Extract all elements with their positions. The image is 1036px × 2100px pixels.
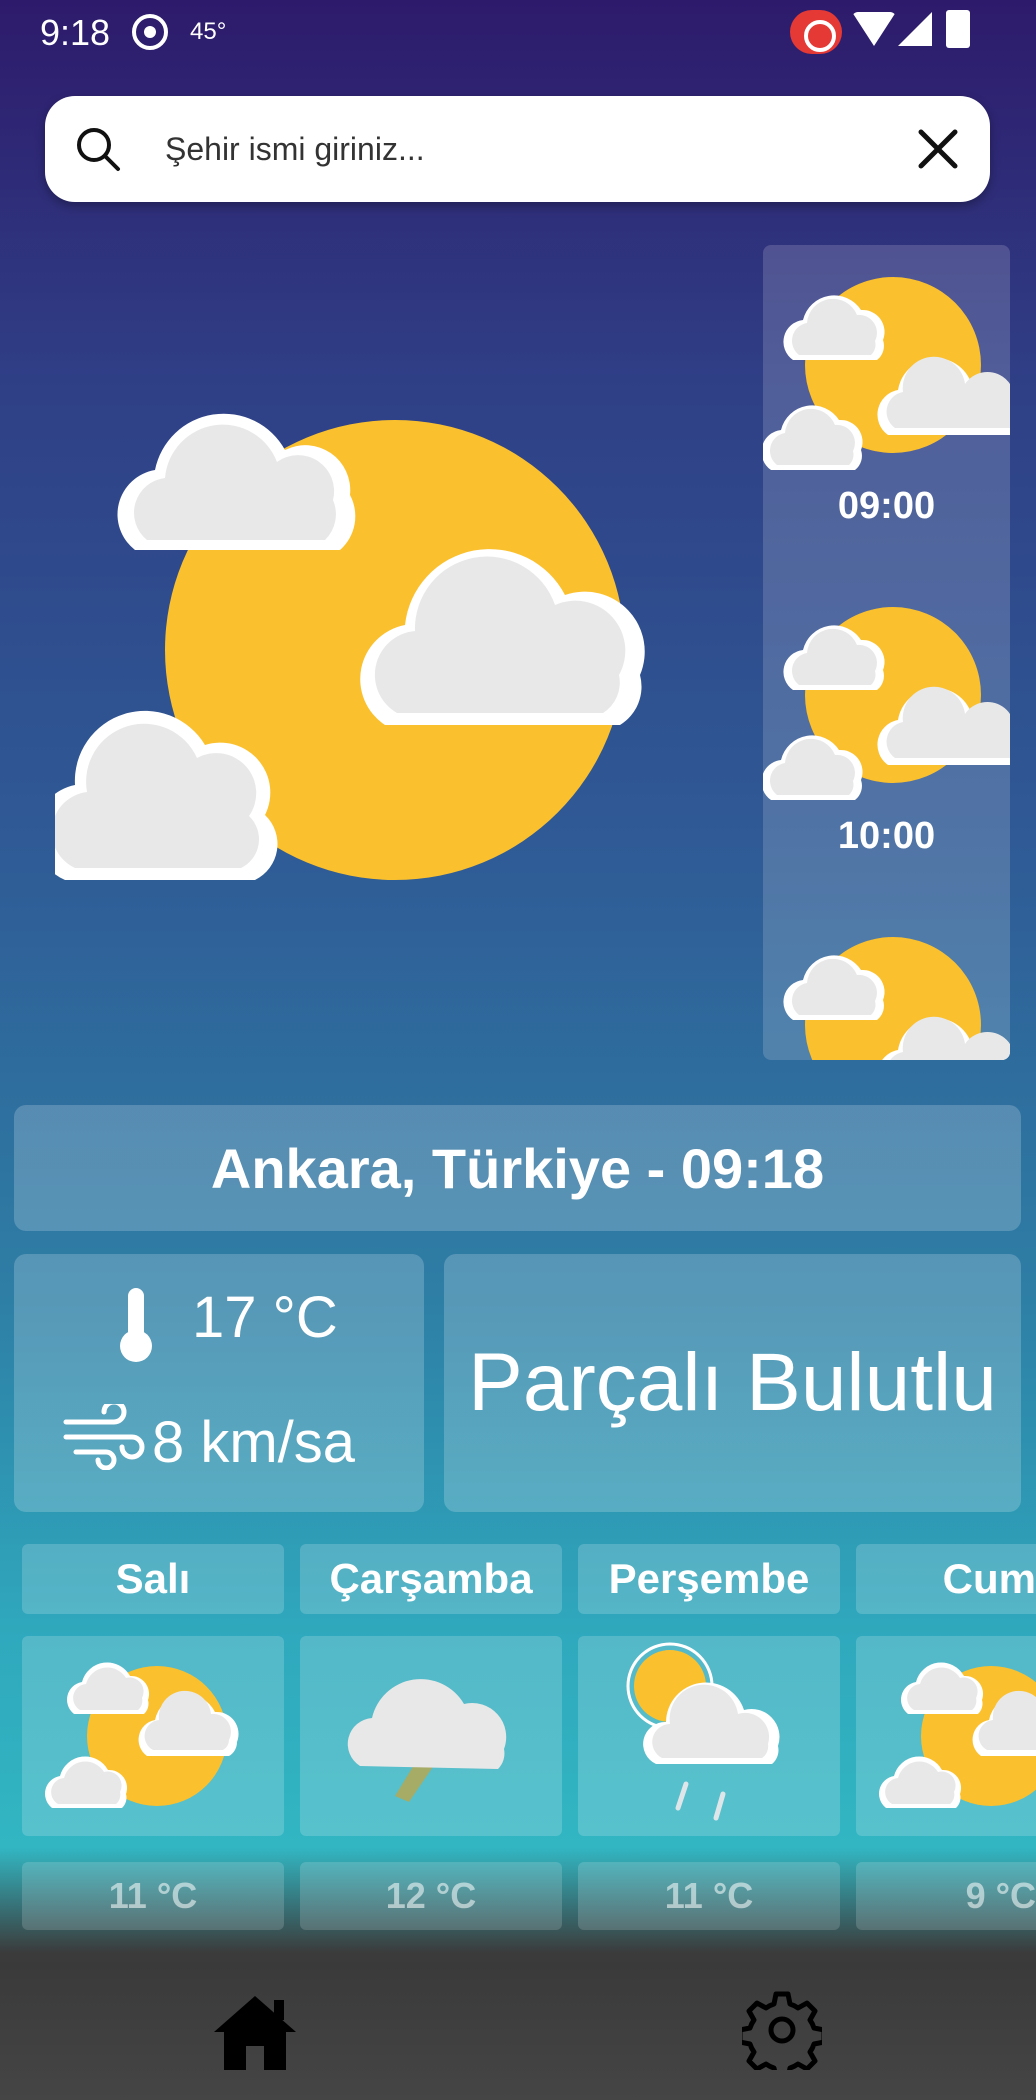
cast-icon — [790, 10, 842, 54]
signal-icon — [898, 12, 932, 46]
thermometer-icon — [120, 1288, 152, 1362]
location-title: Ankara, Türkiye - 09:18 — [14, 1105, 1021, 1231]
status-bar: 9:18 45° — [0, 0, 1036, 64]
forecast-day[interactable]: Çarşamba 12 °C — [300, 1544, 562, 1930]
forecast-day-name: Çarşamba — [300, 1544, 562, 1614]
current-details: 17 °C 8 km/sa — [14, 1254, 424, 1512]
partly-cloudy-icon — [44, 1662, 239, 1808]
daily-forecast[interactable]: Salı 11 °C Çarşamba 12 °C Perşembe 11 °C… — [0, 1544, 1036, 1930]
forecast-day[interactable]: Salı 11 °C — [22, 1544, 284, 1930]
forecast-day-temp: 9 °C — [856, 1862, 1036, 1930]
forecast-day-temp: 11 °C — [22, 1862, 284, 1930]
forecast-day-icon-box — [856, 1636, 1036, 1836]
hourly-forecast[interactable]: 09:00 10:00 — [763, 245, 1010, 1060]
forecast-day[interactable]: Cum 9 °C — [856, 1544, 1036, 1930]
current-temperature: 17 °C — [192, 1285, 338, 1350]
sun-rain-icon — [626, 1642, 780, 1821]
gear-icon[interactable] — [742, 1990, 822, 2070]
bottom-navigation — [0, 1962, 1036, 2100]
search-icon[interactable] — [75, 126, 121, 172]
search-input[interactable] — [165, 121, 885, 177]
partly-cloudy-icon — [763, 277, 1010, 470]
forecast-day-name: Cum — [856, 1544, 1036, 1614]
current-condition: Parçalı Bulutlu — [444, 1254, 1021, 1512]
current-wind: 8 km/sa — [152, 1410, 356, 1475]
partly-cloudy-icon — [763, 607, 1010, 800]
search-bar[interactable] — [45, 96, 990, 202]
home-icon[interactable] — [212, 1992, 298, 2072]
hourly-time: 10:00 — [837, 815, 936, 857]
forecast-day-name: Salı — [22, 1544, 284, 1614]
wifi-icon — [852, 12, 896, 46]
partly-cloudy-icon — [783, 937, 1010, 1060]
screen-record-icon — [132, 14, 168, 50]
close-icon[interactable] — [915, 126, 961, 172]
thunderstorm-icon — [347, 1679, 507, 1802]
partly-cloudy-icon — [878, 1662, 1036, 1808]
battery-icon — [946, 10, 970, 48]
forecast-day-name: Perşembe — [578, 1544, 840, 1614]
partly-cloudy-icon — [55, 413, 645, 880]
hourly-time: 09:00 — [837, 485, 936, 527]
status-time: 9:18 — [40, 12, 111, 53]
forecast-day[interactable]: Perşembe 11 °C — [578, 1544, 840, 1930]
forecast-day-icon-box — [22, 1636, 284, 1836]
forecast-day-icon-box — [300, 1636, 562, 1836]
forecast-day-temp: 11 °C — [578, 1862, 840, 1930]
forecast-day-icon-box — [578, 1636, 840, 1836]
forecast-day-temp: 12 °C — [300, 1862, 562, 1930]
status-temperature: 45° — [190, 18, 227, 45]
wind-icon — [63, 1404, 145, 1470]
